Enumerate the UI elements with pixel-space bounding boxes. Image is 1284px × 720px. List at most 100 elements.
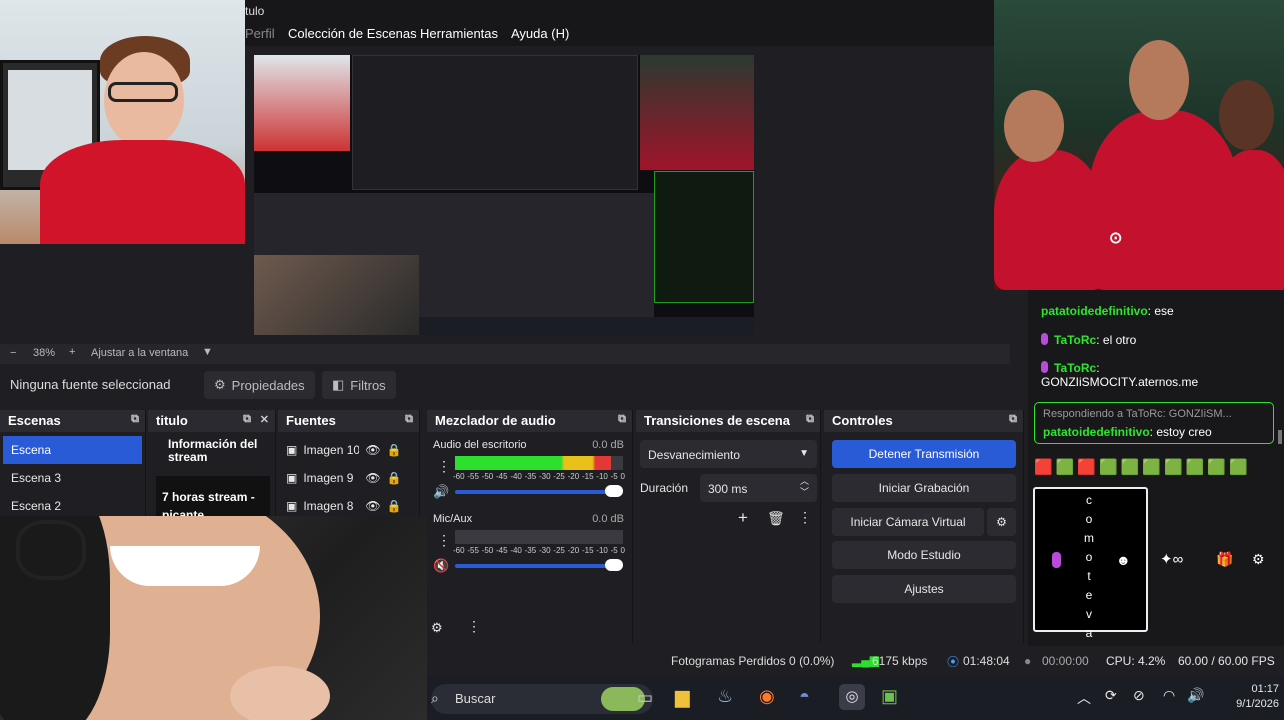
kebab-menu-icon[interactable]: ⋮ [467, 618, 481, 635]
mixer-settings-icon[interactable]: ⚙ [431, 620, 443, 636]
chat-username[interactable]: patatoidedefinitivo [1043, 425, 1150, 439]
discord-icon[interactable]: ◓ [799, 686, 810, 707]
fit-window-button[interactable]: Ajustar a la ventana [91, 347, 188, 359]
transition-select[interactable]: Desvanecimiento ▼ [640, 440, 817, 468]
speaker-icon[interactable]: 🔊 [433, 484, 449, 500]
meter-tick-label: -25 [553, 472, 565, 481]
bits-icon[interactable]: ✦∞ [1160, 550, 1183, 568]
chat-username[interactable]: TaToRc [1054, 361, 1096, 375]
obs-icon[interactable]: ◎ [839, 684, 865, 710]
chat-input[interactable]: comoteva [1033, 487, 1148, 640]
mic-badge-icon[interactable] [1052, 552, 1067, 570]
firefox-icon[interactable]: ◉ [759, 686, 775, 707]
menu-coleccion-escenas[interactable]: Colección de Escenas [288, 26, 417, 41]
stop-stream-button[interactable]: Detener Transmisión [832, 440, 1016, 468]
minecraft-icon[interactable]: ▣ [881, 686, 898, 707]
popout-icon[interactable]: ⧉ [131, 413, 139, 426]
volume-icon[interactable]: 🔊 [1187, 687, 1204, 704]
muted-speaker-icon[interactable]: 🔇 [433, 558, 449, 574]
task-view-icon[interactable]: ▭ [637, 688, 653, 708]
gift-icon[interactable]: 🎁 [1216, 551, 1233, 568]
slider-handle[interactable] [605, 559, 623, 571]
popout-icon[interactable]: ⧉ [243, 413, 251, 426]
menu-perfil[interactable]: Perfil [245, 26, 275, 41]
menu-ayuda[interactable]: Ayuda (H) [511, 26, 569, 41]
chat-text: : el otro [1096, 333, 1137, 347]
sync-icon[interactable]: ⟳ [1105, 687, 1117, 704]
chat-username[interactable]: TaToRc [1054, 333, 1096, 347]
chat-input-char: c [1086, 493, 1092, 507]
kebab-menu-icon[interactable]: ⋮ [437, 532, 451, 549]
zoom-dropdown-icon[interactable]: ▼ [202, 346, 213, 358]
add-icon[interactable]: + [738, 508, 748, 528]
lock-icon[interactable]: 🔒 [387, 471, 402, 485]
sources-header: Fuentes ⧉ [278, 410, 419, 432]
rec-time: 00:00:00 [1042, 654, 1089, 668]
eye-icon[interactable]: 👁 [365, 443, 380, 457]
menu-bar: tulo Perfil Colección de Escenas Herrami… [245, 0, 995, 46]
search-box[interactable]: ⌕ Buscar [431, 684, 653, 714]
meter-tick-label: -35 [524, 546, 537, 555]
chat-message: TaToRc: GONZIiSMOCITY.aternos.me [1041, 361, 1277, 389]
webcam-overlay-2 [0, 516, 427, 720]
file-explorer-icon[interactable]: ▆ [675, 686, 690, 709]
menu-herramientas[interactable]: Herramientas [420, 26, 498, 41]
zoom-out-button[interactable]: − [10, 347, 16, 359]
preview-canvas[interactable] [254, 55, 754, 335]
lock-icon[interactable]: 🔒 [387, 499, 402, 513]
scene-item[interactable]: Escena 3 [3, 464, 142, 492]
gear-icon: ⚙ [214, 377, 226, 392]
popout-icon[interactable]: ⧉ [806, 413, 814, 426]
spinner-icon[interactable]: ︿ ﹀ [800, 476, 809, 498]
source-label: Imagen 9 [303, 471, 354, 485]
glasses-icon [16, 520, 86, 580]
kebab-menu-icon[interactable]: ⋮ [798, 509, 812, 526]
chat-message: patatoidedefinitivo: ese [1041, 304, 1277, 318]
popout-icon[interactable]: ⧉ [618, 413, 626, 426]
kebab-menu-icon[interactable]: ⋮ [437, 458, 451, 475]
scene-item[interactable]: Escena [3, 436, 142, 464]
popout-icon[interactable]: ⧉ [1009, 413, 1017, 426]
wifi-icon[interactable]: ◠ [1163, 687, 1175, 704]
eye-icon[interactable]: 👁 [365, 471, 380, 485]
emote-row[interactable]: 🟥🟩🟥🟩🟩🟩🟩🟩🟩🟩 [1034, 458, 1280, 480]
duration-input[interactable]: 300 ms ︿ ﹀ [700, 474, 817, 502]
source-item[interactable]: ▣ Imagen 10 👁 🔒 [278, 436, 419, 464]
desktop-volume-slider[interactable] [455, 490, 623, 494]
eye-icon[interactable]: 👁 [365, 499, 380, 513]
settings-button[interactable]: Ajustes [832, 575, 1016, 603]
virtual-cam-settings-icon[interactable]: ⚙ [987, 508, 1016, 536]
controls-header: Controles ⧉ [824, 410, 1023, 432]
mic-meter [455, 530, 623, 544]
studio-mode-button[interactable]: Modo Estudio [832, 541, 1016, 569]
taskbar: ⌕ Buscar ▭ ▆ ♨ ◉ ◓ ◎ ▣ ︿ ⟳ ⊘ ◠ 🔊 01:17 9… [427, 676, 1284, 720]
meter-tick-label: -60 [453, 546, 465, 555]
start-record-button[interactable]: Iniciar Grabación [832, 474, 1016, 502]
image-icon: ▣ [286, 443, 298, 457]
source-item[interactable]: ▣ Imagen 9 👁 🔒 [278, 464, 419, 492]
mic-volume-slider[interactable] [455, 564, 623, 568]
filters-button[interactable]: ◧ Filtros [322, 371, 396, 399]
transitions-header: Transiciones de escena ⧉ [636, 410, 820, 432]
properties-button[interactable]: ⚙ Propiedades [204, 371, 315, 399]
hidden-icon[interactable]: ⊘ [1133, 687, 1145, 704]
chat-scrollbar[interactable] [1278, 430, 1282, 444]
lock-icon[interactable]: 🔒 [387, 443, 402, 457]
chat-username[interactable]: patatoidedefinitivo [1041, 304, 1148, 318]
gear-icon[interactable]: ⚙ [1252, 551, 1265, 568]
chevron-up-icon[interactable]: ︿ [1077, 688, 1091, 708]
info-stream-label: Información del stream [168, 437, 258, 464]
preview-chat-thumb [654, 171, 754, 303]
close-icon[interactable]: ✕ [260, 413, 269, 426]
clock-time[interactable]: 01:17 [1223, 683, 1279, 695]
steam-icon[interactable]: ♨ [717, 686, 733, 707]
chat-panel: patatoidedefinitivo: ese TaToRc: el otro… [1028, 290, 1284, 646]
slider-handle[interactable] [605, 485, 623, 497]
popout-icon[interactable]: ⧉ [405, 413, 413, 426]
trash-icon[interactable]: 🗑 [767, 510, 785, 527]
desktop-audio-db: 0.0 dB [592, 439, 624, 451]
virtual-camera-button[interactable]: Iniciar Cámara Virtual [832, 508, 984, 536]
emoji-icon[interactable]: ☻ [1116, 552, 1131, 568]
clock-date[interactable]: 9/1/2026 [1223, 698, 1279, 710]
zoom-in-button[interactable]: + [69, 346, 75, 358]
